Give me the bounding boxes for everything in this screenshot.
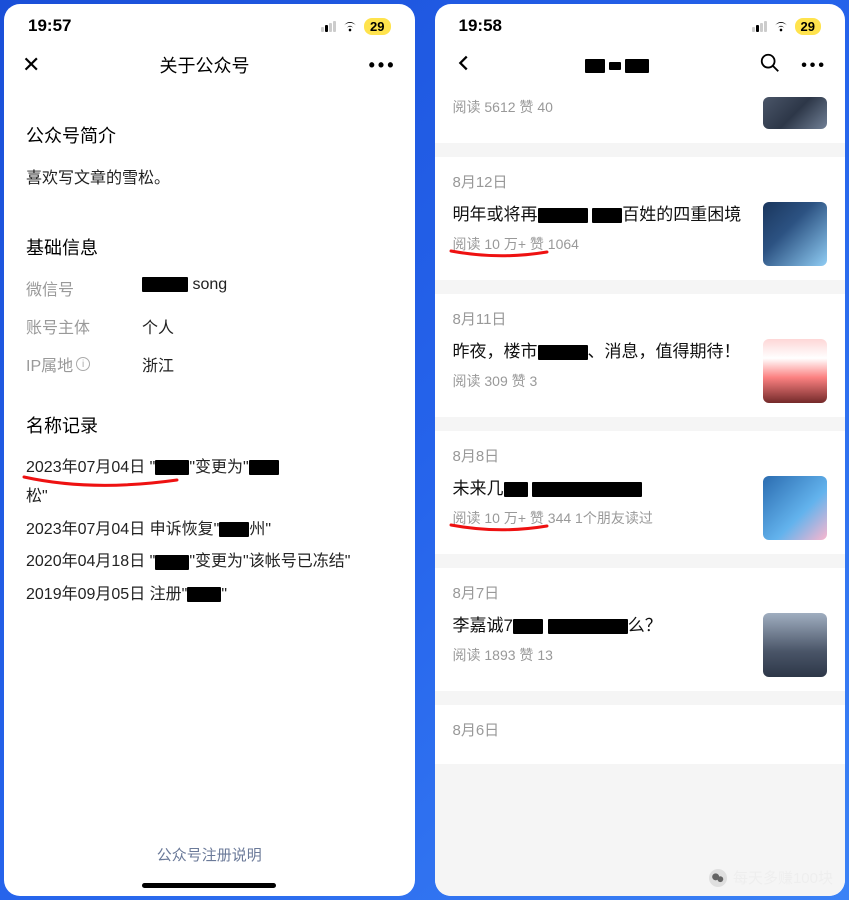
section-basic-title: 基础信息 xyxy=(26,234,393,260)
article-date: 8月12日 xyxy=(453,171,828,192)
clock: 19:57 xyxy=(28,16,71,36)
history-item: 2019年09月05日 注册"" xyxy=(26,581,393,610)
info-row-wechat: 微信号 song xyxy=(26,276,393,300)
watermark-text: 每天多赚100块 xyxy=(733,867,833,888)
article-title: 昨夜，楼市、消息，值得期待！ xyxy=(453,339,752,365)
subject-value: 个人 xyxy=(142,314,174,338)
close-icon[interactable]: ✕ xyxy=(22,52,40,78)
article-date: 8月7日 xyxy=(453,582,828,603)
back-icon[interactable] xyxy=(453,52,475,79)
battery-indicator: 29 xyxy=(795,18,821,35)
home-indicator[interactable] xyxy=(142,883,276,888)
article-stats: 阅读 309 赞 3 xyxy=(453,371,752,391)
intro-text: 喜欢写文章的雪松。 xyxy=(26,164,393,188)
more-icon[interactable]: ••• xyxy=(369,55,397,76)
article-thumbnail xyxy=(763,97,827,129)
more-icon[interactable]: ••• xyxy=(801,57,827,75)
article-feed[interactable]: 阅读 5612 赞 40 8月12日 明年或将再 百姓的四重困境 阅读 10 万… xyxy=(435,93,846,896)
article-title: 明年或将再 百姓的四重困境 xyxy=(453,202,752,228)
status-bar: 19:57 29 xyxy=(4,4,415,38)
nav-bar: ✕ 关于公众号 ••• xyxy=(4,38,415,92)
search-icon[interactable] xyxy=(759,52,781,79)
info-row-subject: 账号主体 个人 xyxy=(26,314,393,338)
footer-link[interactable]: 公众号注册说明 xyxy=(4,826,415,883)
nav-bar: ••• xyxy=(435,38,846,93)
article-date: 8月11日 xyxy=(453,308,828,329)
article-thumbnail xyxy=(763,613,827,677)
article-stats: 阅读 1893 赞 13 xyxy=(453,645,752,665)
signal-icon xyxy=(321,21,336,32)
article-card[interactable]: 阅读 5612 赞 40 xyxy=(435,93,846,143)
account-title-censored xyxy=(585,59,649,73)
article-card[interactable]: 8月8日 未来几 阅读 10 万+ 赞 344 1个朋友读过 xyxy=(435,431,846,554)
article-card[interactable]: 8月6日 xyxy=(435,705,846,764)
content-area: 公众号简介 喜欢写文章的雪松。 基础信息 微信号 song 账号主体 个人 IP… xyxy=(4,92,415,826)
article-thumbnail xyxy=(763,202,827,266)
status-indicators: 29 xyxy=(752,18,821,35)
article-title: 未来几 xyxy=(453,476,752,502)
signal-icon xyxy=(752,21,767,32)
subject-label: 账号主体 xyxy=(26,314,112,338)
status-bar: 19:58 29 xyxy=(435,4,846,38)
wechat-icon xyxy=(709,869,727,887)
article-stats: 阅读 5612 赞 40 xyxy=(453,97,752,117)
article-card[interactable]: 8月11日 昨夜，楼市、消息，值得期待！ 阅读 309 赞 3 xyxy=(435,294,846,417)
article-date: 8月8日 xyxy=(453,445,828,466)
page-title: 关于公众号 xyxy=(40,52,368,78)
watermark: 每天多赚100块 xyxy=(709,867,833,888)
history-item: 2023年07月04日 申诉恢复"州" xyxy=(26,516,393,545)
article-card[interactable]: 8月7日 李嘉诚7 么？ 阅读 1893 赞 13 xyxy=(435,568,846,691)
wifi-icon xyxy=(342,18,358,34)
article-card[interactable]: 8月12日 明年或将再 百姓的四重困境 阅读 10 万+ 赞 1064 xyxy=(435,157,846,280)
ip-value: 浙江 xyxy=(142,352,174,376)
history-item: 2023年07月04日 ""变更为"松" xyxy=(26,454,393,512)
article-thumbnail xyxy=(763,476,827,540)
info-row-ip: IP属地i 浙江 xyxy=(26,352,393,376)
article-title: 李嘉诚7 么？ xyxy=(453,613,752,639)
phone-right: 19:58 29 ••• 阅读 5612 赞 40 xyxy=(435,4,846,896)
ip-label: IP属地i xyxy=(26,352,112,376)
article-date: 8月6日 xyxy=(453,719,828,740)
section-history-title: 名称记录 xyxy=(26,412,393,438)
info-icon[interactable]: i xyxy=(76,357,90,371)
section-intro-title: 公众号简介 xyxy=(26,122,393,148)
status-indicators: 29 xyxy=(321,18,390,35)
wechat-value: song xyxy=(142,276,227,300)
wechat-label: 微信号 xyxy=(26,276,112,300)
history-item: 2020年04月18日 ""变更为"该帐号已冻结" xyxy=(26,548,393,577)
clock: 19:58 xyxy=(459,16,502,36)
battery-indicator: 29 xyxy=(364,18,390,35)
phone-left: 19:57 29 ✕ 关于公众号 ••• 公众号简介 喜欢写文章的雪松。 基础信… xyxy=(4,4,415,896)
wifi-icon xyxy=(773,18,789,34)
article-thumbnail xyxy=(763,339,827,403)
